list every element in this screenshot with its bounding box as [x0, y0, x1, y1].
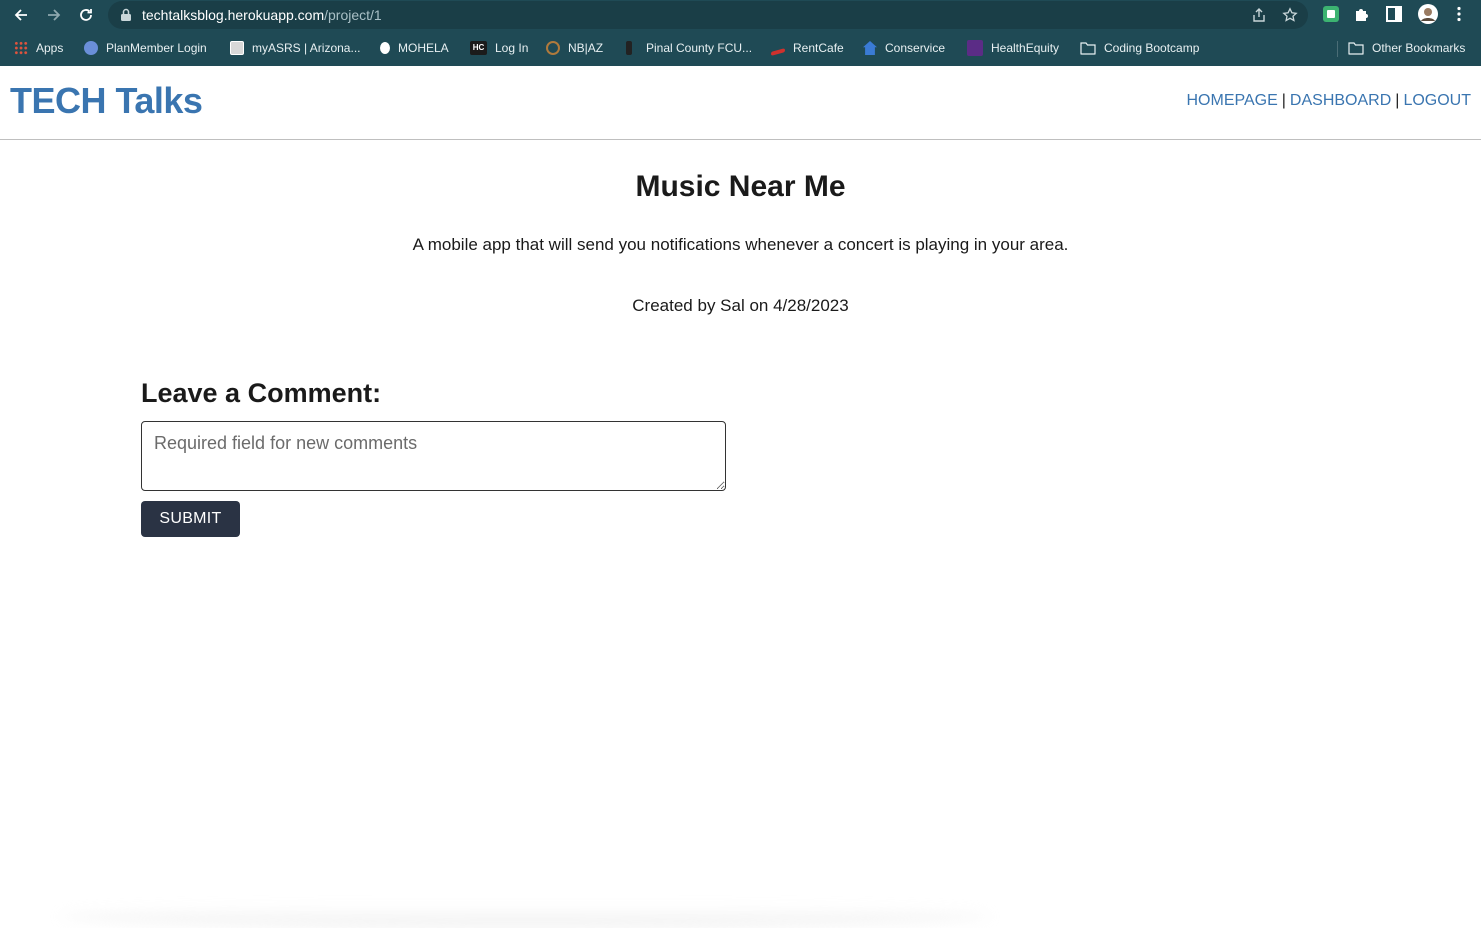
bookmark-nbaz[interactable]: NB|AZ	[546, 39, 603, 57]
post-title: Music Near Me	[635, 170, 846, 203]
reload-button[interactable]	[75, 4, 97, 26]
post-description: A mobile app that will send you notifica…	[412, 235, 1069, 254]
browser-chrome: techtalksblog.herokuapp.com/project/1 Ap…	[0, 0, 1481, 66]
bookmark-label: Pinal County FCU...	[646, 41, 753, 55]
forward-button[interactable]	[43, 4, 65, 26]
post-meta: Created by Sal on 4/28/2023	[632, 296, 849, 315]
bookmark-apps[interactable]: Apps	[14, 39, 63, 57]
bookmark-label: MOHELA	[398, 41, 449, 55]
star-icon[interactable]	[1282, 7, 1298, 23]
sidebar-icon[interactable]	[1385, 5, 1403, 23]
comment-heading: Leave a Comment:	[141, 378, 382, 408]
folder-icon	[1348, 42, 1364, 55]
healthequity-icon	[967, 40, 983, 56]
asrs-icon	[230, 41, 244, 55]
bookmark-healthequity[interactable]: HealthEquity	[967, 39, 1059, 57]
mohela-icon	[380, 42, 390, 54]
back-button[interactable]	[10, 4, 32, 26]
bookmark-other[interactable]: Other Bookmarks	[1348, 39, 1465, 57]
site-logo[interactable]: TECH Talks	[10, 80, 203, 122]
back-arrow-icon	[14, 9, 27, 21]
bookmark-coding-bootcamp[interactable]: Coding Bootcamp	[1080, 39, 1199, 57]
bookmark-label: myASRS | Arizona...	[252, 41, 361, 55]
bottom-shadow	[60, 905, 990, 928]
bookmarks-bar: Apps PlanMember Login myASRS | Arizona..…	[0, 31, 1481, 66]
site-header: TECH Talks HOMEPAGE | DASHBOARD | LOGOUT	[0, 66, 1481, 140]
url-host: techtalksblog.herokuapp.com	[142, 7, 325, 23]
bookmark-label: PlanMember Login	[106, 41, 207, 55]
bookmark-planmember[interactable]: PlanMember Login	[84, 39, 207, 57]
lock-icon	[121, 8, 131, 21]
bookmark-mohela[interactable]: MOHELA	[380, 39, 449, 57]
nav-separator: |	[1395, 92, 1400, 109]
apps-grid-icon	[14, 41, 28, 55]
bookmark-myasrs[interactable]: myASRS | Arizona...	[230, 39, 361, 57]
profile-avatar-icon[interactable]	[1417, 3, 1439, 25]
comment-textarea[interactable]	[141, 421, 726, 491]
bookmark-label: Coding Bootcamp	[1104, 41, 1200, 55]
rentcafe-icon	[771, 48, 785, 56]
bookmark-conservice[interactable]: Conservice	[863, 39, 945, 57]
bookmark-label: Log In	[495, 41, 529, 55]
puzzle-icon[interactable]	[1353, 5, 1371, 23]
url-path: /project/1	[324, 7, 382, 23]
browser-toolbar: techtalksblog.herokuapp.com/project/1	[0, 0, 1481, 31]
hc-icon: HC	[470, 41, 487, 55]
bookmark-pinal[interactable]: Pinal County FCU...	[622, 39, 752, 57]
cactus-icon	[626, 41, 632, 55]
bookmark-rentcafe[interactable]: RentCafe	[771, 39, 844, 57]
bookmark-label: Other Bookmarks	[1372, 41, 1466, 55]
bookmark-label: RentCafe	[793, 41, 844, 55]
bookmark-login[interactable]: HC Log In	[470, 39, 528, 57]
forward-arrow-icon	[48, 9, 61, 21]
bookmark-label: NB|AZ	[568, 41, 604, 55]
nbaz-icon	[546, 41, 560, 55]
folder-icon	[1080, 42, 1096, 55]
planmember-icon	[84, 41, 98, 55]
extension-green-icon[interactable]	[1322, 5, 1340, 23]
nav-homepage-link[interactable]: HOMEPAGE	[1186, 92, 1277, 110]
nav-logout-link[interactable]: LOGOUT	[1403, 92, 1471, 110]
top-nav: HOMEPAGE | DASHBOARD | LOGOUT	[1186, 92, 1471, 110]
bookmark-label: Conservice	[885, 41, 946, 55]
reload-icon	[80, 9, 92, 21]
bookmark-label: Apps	[36, 41, 64, 55]
bookmark-label: HealthEquity	[991, 41, 1060, 55]
nav-dashboard-link[interactable]: DASHBOARD	[1290, 92, 1391, 110]
share-icon[interactable]	[1251, 7, 1267, 23]
house-icon	[863, 41, 877, 55]
menu-dots-icon[interactable]	[1450, 5, 1468, 23]
address-bar[interactable]: techtalksblog.herokuapp.com/project/1	[108, 1, 1308, 29]
bookmarks-divider	[1337, 41, 1338, 57]
submit-button[interactable]: SUBMIT	[141, 501, 240, 537]
nav-separator: |	[1281, 92, 1286, 109]
url-text: techtalksblog.herokuapp.com/project/1	[142, 7, 382, 23]
